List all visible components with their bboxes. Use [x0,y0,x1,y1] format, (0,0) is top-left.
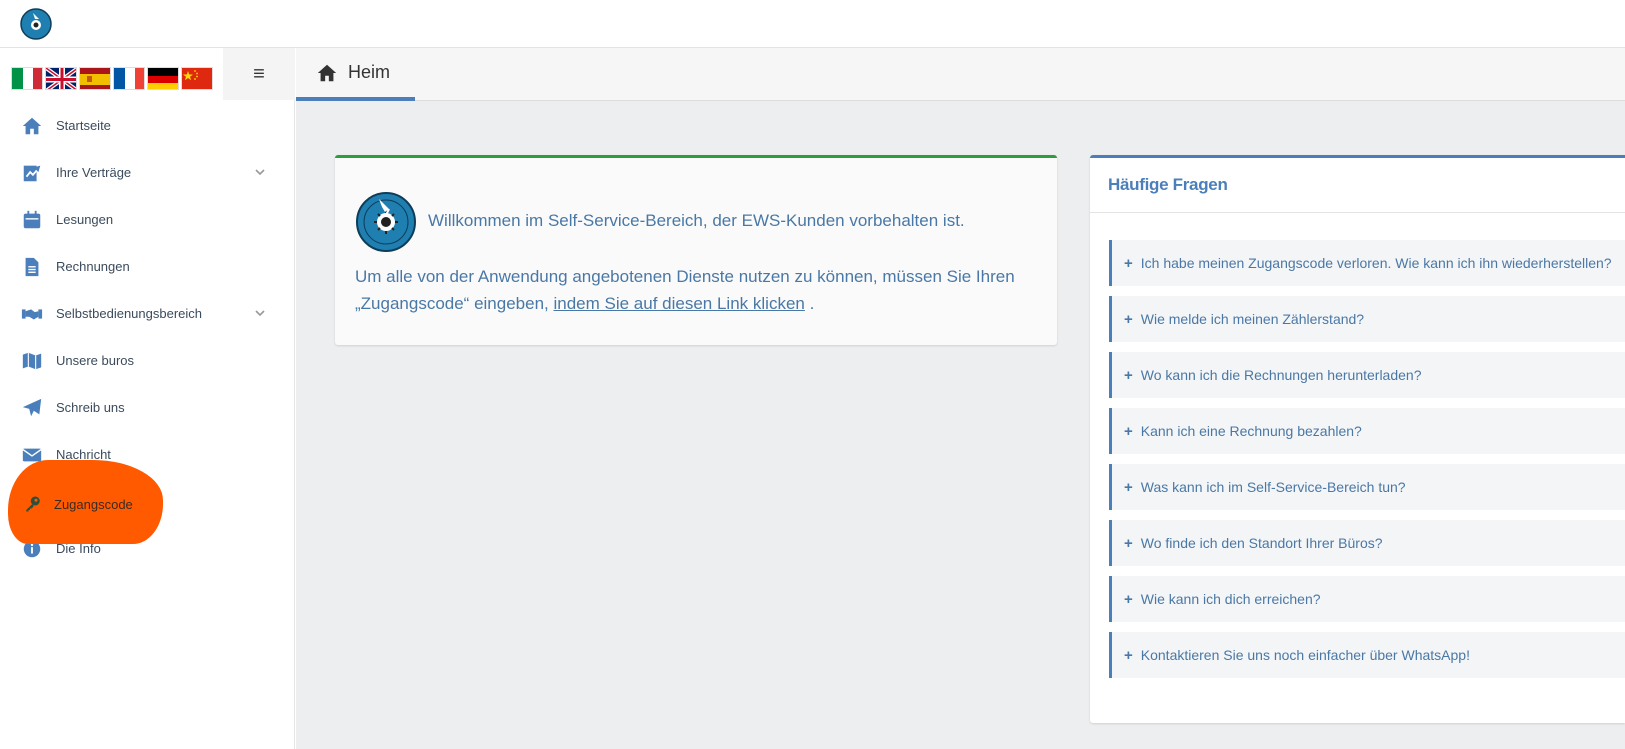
sidebar-item-label: Rechnungen [56,259,130,274]
handshake-icon [21,308,43,319]
document-icon [25,257,39,276]
sidebar-item-lesungen[interactable]: Lesungen [0,196,295,243]
map-icon [22,352,42,369]
faq-question: Wie melde ich meinen Zählerstand? [1140,311,1365,327]
sidebar-item-label: Die Info [56,541,101,556]
sidebar-item-startseite[interactable]: Startseite [0,102,295,149]
sidebar-item-label: Startseite [56,118,111,133]
flag-uk-icon[interactable] [45,67,77,90]
faq-item[interactable]: + Was kann ich im Self-Service-Bereich tu… [1109,464,1625,510]
faq-item[interactable]: + Wie melde ich meinen Zählerstand? [1109,296,1625,342]
faq-card: Häufige Fragen + Ich habe meinen Zugangsc… [1090,155,1625,723]
faq-item[interactable]: + Ich habe meinen Zugangscode verloren. W… [1109,240,1625,286]
key-icon [26,496,40,512]
access-code-link[interactable]: indem Sie auf diesen Link klicken [553,294,804,313]
sidebar-item-rechnungen[interactable]: Rechnungen [0,243,295,290]
faq-question: Wo finde ich den Standort Ihrer Büros? [1140,535,1383,551]
faq-question: Was kann ich im Self-Service-Bereich tun… [1140,479,1406,495]
faq-question: Wie kann ich dich erreichen? [1140,591,1321,607]
welcome-body-end: . [804,294,815,313]
sidebar-item-label: Selbstbedienungsbereich [56,306,202,321]
faq-list: + Ich habe meinen Zugangscode verloren. W… [1109,240,1625,688]
plus-icon: + [1124,310,1133,328]
flag-germany-icon[interactable] [147,67,179,90]
flag-china-icon[interactable] [181,67,213,90]
plus-icon: + [1124,366,1133,384]
home-icon [317,64,337,81]
sidebar-item-nachricht[interactable]: Nachricht [0,431,295,478]
zugangscode-highlighted-label: Zugangscode [54,497,133,512]
faq-item[interactable]: + Wo kann ich die Rechnungen herunterlade… [1109,352,1625,398]
sidebar-item-unsere-buros[interactable]: Unsere buros [0,337,295,384]
paper-plane-icon [22,398,42,416]
sidebar-item-selbstbedienung[interactable]: Selbstbedienungsbereich [0,290,295,337]
plus-icon: + [1124,646,1133,664]
envelope-icon [22,448,42,461]
welcome-card: Willkommen im Self-Service-Bereich, der … [335,155,1057,345]
sidebar-toggle-button[interactable]: ≡ [223,48,295,100]
sidebar-item-label: Ihre Verträge [56,165,132,180]
plus-icon: + [1124,422,1133,440]
calendar-icon [23,210,41,228]
faq-item[interactable]: + Wo finde ich den Standort Ihrer Büros? [1109,520,1625,566]
sidebar-item-label: Schreib uns [56,400,125,415]
sidebar-item-die-info[interactable]: Die Info [0,525,295,572]
chevron-down-icon [255,310,265,317]
top-bar [0,0,1625,48]
sidebar-item-zugangscode[interactable]: Zugangscode [0,478,295,525]
language-switcher [11,67,213,90]
sidebar-item-label: Unsere buros [56,353,135,368]
sidebar: ≡ Startseite Ihre Verträge Lesungen Rech… [0,48,295,749]
tab-label: Heim [348,62,391,82]
sidebar-item-label: Lesungen [56,212,114,227]
plus-icon: + [1124,590,1133,608]
ews-logo-icon[interactable] [20,8,52,40]
faq-question: Ich habe meinen Zugangscode verloren. Wi… [1140,255,1612,271]
faq-question: Kontaktieren Sie uns noch einfacher über… [1140,647,1470,663]
welcome-title: Willkommen im Self-Service-Bereich, der … [428,211,965,230]
faq-question: Wo kann ich die Rechnungen herunterladen… [1140,367,1422,383]
info-icon [23,540,41,557]
sidebar-item-vertraege[interactable]: Ihre Verträge [0,149,295,196]
flag-spain-icon[interactable] [79,67,111,90]
faq-item[interactable]: + Kontaktieren Sie uns noch einfacher übe… [1109,632,1625,678]
sidebar-item-label: Nachricht [56,447,111,462]
plus-icon: + [1124,478,1133,496]
chevron-down-icon [255,169,265,176]
flag-france-icon[interactable] [113,67,145,90]
ews-logo-icon [356,192,416,252]
plus-icon: + [1124,254,1133,272]
faq-item[interactable]: + Wie kann ich dich erreichen? [1109,576,1625,622]
hamburger-icon: ≡ [253,62,265,85]
home-icon [22,117,42,134]
contract-icon [23,165,41,181]
faq-question: Kann ich eine Rechnung bezahlen? [1140,423,1362,439]
welcome-body: Um alle von der Anwendung angebotenen Di… [355,263,1035,317]
faq-title: Häufige Fragen [1090,158,1625,213]
tab-heim[interactable]: Heim [296,48,415,101]
tab-bar: Heim [296,48,1625,101]
sidebar-menu: Startseite Ihre Verträge Lesungen Rechnu… [0,102,295,572]
plus-icon: + [1124,534,1133,552]
flag-italy-icon[interactable] [11,67,43,90]
main-content: Heim Willkommen im Self-Service-Bereich,… [296,48,1625,749]
sidebar-item-schreib-uns[interactable]: Schreib uns [0,384,295,431]
faq-item[interactable]: + Kann ich eine Rechnung bezahlen? [1109,408,1625,454]
